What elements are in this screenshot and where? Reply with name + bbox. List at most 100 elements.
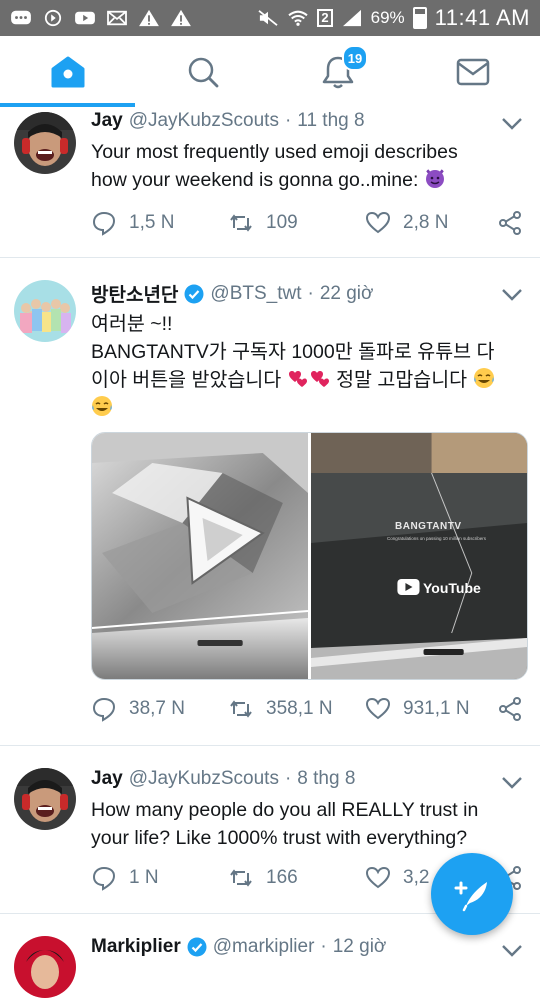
- media-image-plaque[interactable]: BANGTANTV Congratulations on passing 10 …: [308, 433, 527, 679]
- author-name[interactable]: 방탄소년단: [91, 280, 178, 307]
- tweet-text-line: how your weekend is gonna go..mine:: [91, 166, 520, 194]
- reply-icon: [92, 866, 116, 891]
- chat-bubble-icon: [11, 10, 31, 25]
- avatar-markiplier-image: [14, 936, 76, 998]
- smiling-devil-emoji-icon: [425, 169, 444, 188]
- home-icon: [51, 56, 84, 88]
- search-icon: [188, 57, 218, 88]
- author-name[interactable]: Jay: [91, 110, 123, 132]
- tab-notifications[interactable]: 19: [270, 36, 405, 108]
- tweet-text: Your most frequently used emoji describe…: [91, 138, 520, 194]
- plaque-subtitle: Congratulations on passing 10 million su…: [387, 536, 487, 541]
- clock: 11:41 AM: [434, 5, 530, 30]
- retweet-icon: [230, 700, 252, 718]
- verified-badge-icon: [187, 937, 207, 957]
- share-icon: [499, 211, 521, 235]
- separator-dot: ·: [320, 936, 327, 957]
- avatar-jay-image: [14, 112, 76, 174]
- tweet-header: Jay @JayKubzScouts · 11 thg 8: [91, 110, 490, 132]
- author-handle[interactable]: @JayKubzScouts: [129, 110, 279, 132]
- warning-icon: [139, 9, 159, 27]
- tweet-media[interactable]: BANGTANTV Congratulations on passing 10 …: [91, 432, 528, 680]
- avatar-bts-image: [14, 280, 76, 342]
- reply-count: 38,7 N: [129, 698, 185, 719]
- two-hearts-emoji-icon: [310, 371, 329, 387]
- retweet-icon: [230, 214, 252, 232]
- plaque-logo-text: YouTube: [423, 580, 481, 596]
- like-count: 931,1 N: [403, 698, 470, 719]
- mute-vibrate-icon: [258, 10, 278, 26]
- signal-icon: [342, 9, 361, 27]
- chevron-down-icon[interactable]: [500, 770, 524, 794]
- tweet-actions: 38,7 N 358,1 N 931,1 N: [91, 694, 531, 724]
- author-name[interactable]: Jay: [91, 768, 123, 790]
- tweet-text-segment: 이아 버튼을 받았습니다: [91, 369, 282, 391]
- heart-icon: [365, 697, 391, 720]
- retweet-button[interactable]: 358,1 N: [228, 696, 333, 722]
- reply-icon: [92, 211, 116, 236]
- retweet-count: 109: [266, 212, 298, 233]
- retweet-button[interactable]: 109: [228, 210, 298, 236]
- avatar[interactable]: [14, 768, 76, 830]
- tweet-text-line: Your most frequently used emoji describe…: [91, 141, 458, 163]
- two-hearts-emoji-icon: [288, 371, 307, 387]
- tweet-text-line: 이아 버튼을 받았습니다 정말 고맙습니다: [91, 366, 520, 394]
- chevron-down-icon[interactable]: [500, 111, 524, 135]
- diamond-play-button-photo: [92, 433, 308, 679]
- author-handle[interactable]: @markiplier: [213, 936, 315, 958]
- author-name[interactable]: Markiplier: [91, 936, 181, 958]
- separator-dot: ·: [307, 282, 314, 304]
- chevron-down-icon[interactable]: [500, 938, 524, 962]
- top-tab-bar: 19: [0, 36, 540, 109]
- tweet-text: How many people do you all REALLY trust …: [91, 796, 520, 852]
- reply-icon: [92, 697, 116, 722]
- chevron-down-icon[interactable]: [500, 282, 524, 306]
- reply-button[interactable]: 1,5 N: [91, 210, 174, 236]
- author-handle[interactable]: @BTS_twt: [210, 283, 301, 305]
- tweet-text-segment: 정말 고맙습니다: [336, 369, 468, 391]
- media-image-play-button[interactable]: [92, 433, 308, 679]
- tab-home[interactable]: [0, 36, 135, 108]
- share-icon: [499, 697, 521, 721]
- active-tab-indicator: [0, 103, 135, 107]
- share-button[interactable]: [497, 696, 523, 722]
- separator-dot: ·: [284, 110, 292, 131]
- tweet-header: Jay @JayKubzScouts · 8 thg 8: [91, 768, 490, 790]
- retweet-icon: [230, 869, 252, 887]
- reply-button[interactable]: 1 N: [91, 865, 159, 891]
- tweet-text-line: 여러분 ~!!: [91, 313, 173, 335]
- reply-count: 1,5 N: [129, 212, 175, 233]
- like-button[interactable]: 2,8 N: [365, 210, 448, 236]
- retweet-button[interactable]: 166: [228, 865, 298, 891]
- tab-messages[interactable]: [405, 36, 540, 108]
- reply-button[interactable]: 38,7 N: [91, 696, 185, 722]
- tweet-card[interactable]: 방탄소년단 @BTS_twt · 22 giờ 여러분 ~!! BANGTANT…: [0, 258, 540, 746]
- tweet-actions: 1,5 N 109 2,8 N: [91, 208, 531, 238]
- tweet-text-line: BANGTANTV가 구독자 1000만 돌파로 유튜브 다: [91, 341, 495, 363]
- share-button[interactable]: [497, 210, 523, 236]
- author-handle[interactable]: @JayKubzScouts: [129, 768, 279, 790]
- youtube-plaque-photo: [311, 433, 527, 679]
- tweet-card[interactable]: Jay @JayKubzScouts · 11 thg 8 Your most …: [0, 108, 540, 258]
- avatar[interactable]: [14, 112, 76, 174]
- avatar[interactable]: [14, 936, 76, 998]
- tweet-text-line: your life? Like 1000% trust with everyth…: [91, 827, 468, 849]
- tweet-text-segment: how your weekend is gonna go..mine:: [91, 169, 419, 191]
- verified-badge-icon: [184, 284, 204, 303]
- play-circle-icon: [44, 9, 62, 27]
- battery-icon: [412, 7, 427, 29]
- compose-tweet-button[interactable]: [431, 853, 513, 935]
- wifi-icon: [288, 10, 309, 26]
- like-button[interactable]: 931,1 N: [365, 696, 470, 722]
- crying-laughing-emoji-icon: [473, 368, 494, 388]
- tweet-text-line: [91, 394, 520, 422]
- tweet-text-line: How many people do you all REALLY trust …: [91, 799, 479, 821]
- plaque-title: BANGTANTV: [395, 521, 462, 532]
- tweet-header: Markiplier @markiplier · 12 giờ: [91, 936, 490, 958]
- like-button[interactable]: 3,2: [365, 865, 429, 891]
- tweet-time: 11 thg 8: [297, 110, 365, 131]
- system-indicators: 2 69% 11:41 AM: [257, 5, 530, 31]
- tab-search[interactable]: [135, 36, 270, 108]
- status-bar: 2 69% 11:41 AM: [0, 0, 540, 36]
- avatar[interactable]: [14, 280, 76, 342]
